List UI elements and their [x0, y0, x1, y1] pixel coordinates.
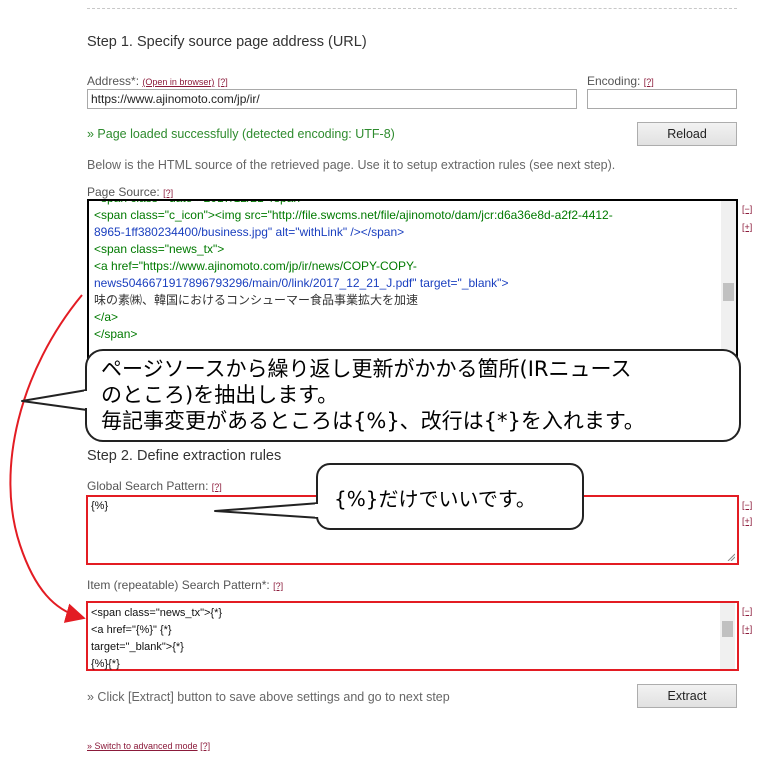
callout-small-tail: [214, 502, 321, 519]
callout-small: {%}だけでいいです。: [316, 463, 584, 530]
callout-small-text: {%}だけでいいです。: [334, 487, 536, 511]
callout-small-tail-join: [315, 504, 320, 517]
